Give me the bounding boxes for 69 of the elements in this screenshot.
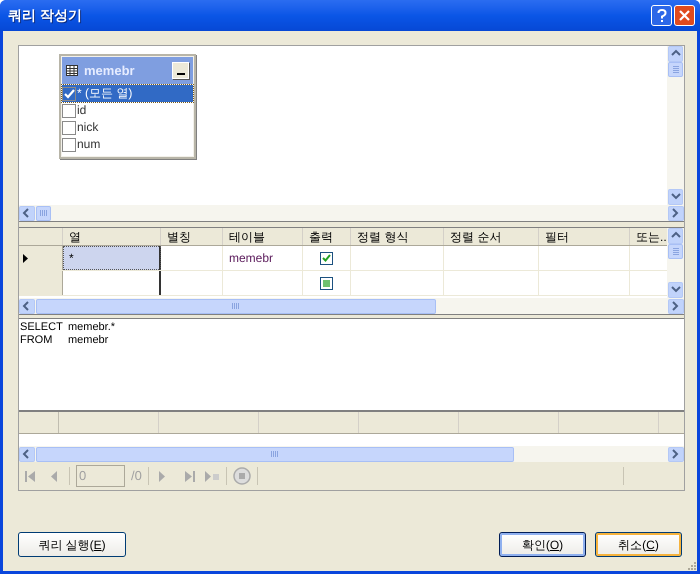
dialog-button[interactable]: 쿼리 실행(E): [18, 532, 126, 557]
column-header[interactable]: 테이블: [223, 228, 303, 245]
column-header[interactable]: 정렬 형식: [351, 228, 444, 245]
chevron-right-icon: [671, 301, 681, 311]
scrollbar-thumb[interactable]: [36, 446, 514, 462]
dialog-button[interactable]: 취소(C): [595, 532, 682, 557]
minimize-icon: [176, 73, 184, 75]
sql-expression: memebr: [68, 334, 108, 347]
grid-row[interactable]: * memebr: [19, 246, 667, 271]
sql-keyword: FROM: [20, 334, 54, 347]
checkmark-icon: [322, 254, 331, 262]
column-header[interactable]: 열: [63, 228, 161, 245]
scroll-right-button[interactable]: [668, 298, 684, 314]
grip-icon: [672, 248, 678, 256]
grip-icon: [271, 451, 279, 457]
sql-pane[interactable]: SELECT memebr.* FROM memebr: [19, 318, 684, 410]
scroll-down-button[interactable]: [668, 189, 683, 205]
record-count: /0: [131, 467, 142, 486]
chevron-right-icon: [671, 449, 681, 459]
scroll-right-button[interactable]: [668, 206, 684, 220]
scroll-right-button[interactable]: [668, 446, 684, 462]
sql-keyword: SELECT: [20, 321, 64, 334]
row-header[interactable]: [19, 246, 63, 270]
close-button[interactable]: [674, 5, 695, 26]
column-header[interactable]: 정렬 순서: [444, 228, 539, 245]
checkbox[interactable]: [62, 104, 76, 118]
column-header[interactable]: 별칭: [161, 228, 223, 245]
grip-icon: [40, 210, 48, 216]
grip-icon: [672, 66, 678, 74]
checkbox[interactable]: [62, 120, 76, 134]
scroll-left-button[interactable]: [19, 446, 35, 462]
scrollbar-thumb[interactable]: [668, 244, 683, 259]
grid-cell[interactable]: *: [63, 246, 161, 270]
table-title: memebr: [84, 62, 135, 80]
table-window[interactable]: memebr * (모든 열) id nick num: [59, 54, 196, 159]
chevron-right-icon: [671, 208, 681, 218]
table-icon: [66, 65, 78, 76]
checkmark-icon: [64, 88, 74, 98]
scrollbar-thumb[interactable]: [36, 298, 436, 314]
column-item[interactable]: * (모든 열): [62, 85, 193, 102]
output-checkbox[interactable]: [320, 252, 333, 264]
scroll-down-button[interactable]: [668, 282, 683, 298]
column-item[interactable]: id: [62, 102, 193, 119]
chevron-down-icon: [670, 192, 680, 202]
grid-cell[interactable]: memebr: [223, 246, 303, 270]
help-icon: [656, 8, 666, 22]
scroll-up-button[interactable]: [668, 228, 683, 244]
chevron-down-icon: [670, 285, 680, 295]
checkbox[interactable]: [62, 86, 76, 100]
scrollbar-thumb[interactable]: [36, 206, 51, 220]
scroll-up-button[interactable]: [668, 46, 683, 62]
output-checkbox[interactable]: [320, 276, 333, 290]
scrollbar-thumb[interactable]: [668, 62, 683, 77]
grip-icon: [232, 303, 240, 309]
minimize-button[interactable]: [172, 62, 189, 79]
column-item[interactable]: num: [62, 136, 193, 153]
column-header[interactable]: 필터: [539, 228, 630, 245]
scroll-left-button[interactable]: [19, 298, 35, 314]
checkbox[interactable]: [62, 138, 76, 152]
column-header[interactable]: 출력: [303, 228, 351, 245]
scroll-left-button[interactable]: [19, 206, 35, 220]
sql-expression: memebr.*: [68, 321, 116, 334]
window-title: 쿼리 작성기: [8, 6, 82, 25]
dialog-button[interactable]: 확인(O): [499, 532, 586, 557]
column-item[interactable]: nick: [62, 119, 193, 136]
close-icon: [679, 10, 690, 21]
help-button[interactable]: [651, 5, 672, 26]
row-pointer-icon: [23, 254, 28, 262]
resize-grip-icon[interactable]: [686, 560, 696, 570]
